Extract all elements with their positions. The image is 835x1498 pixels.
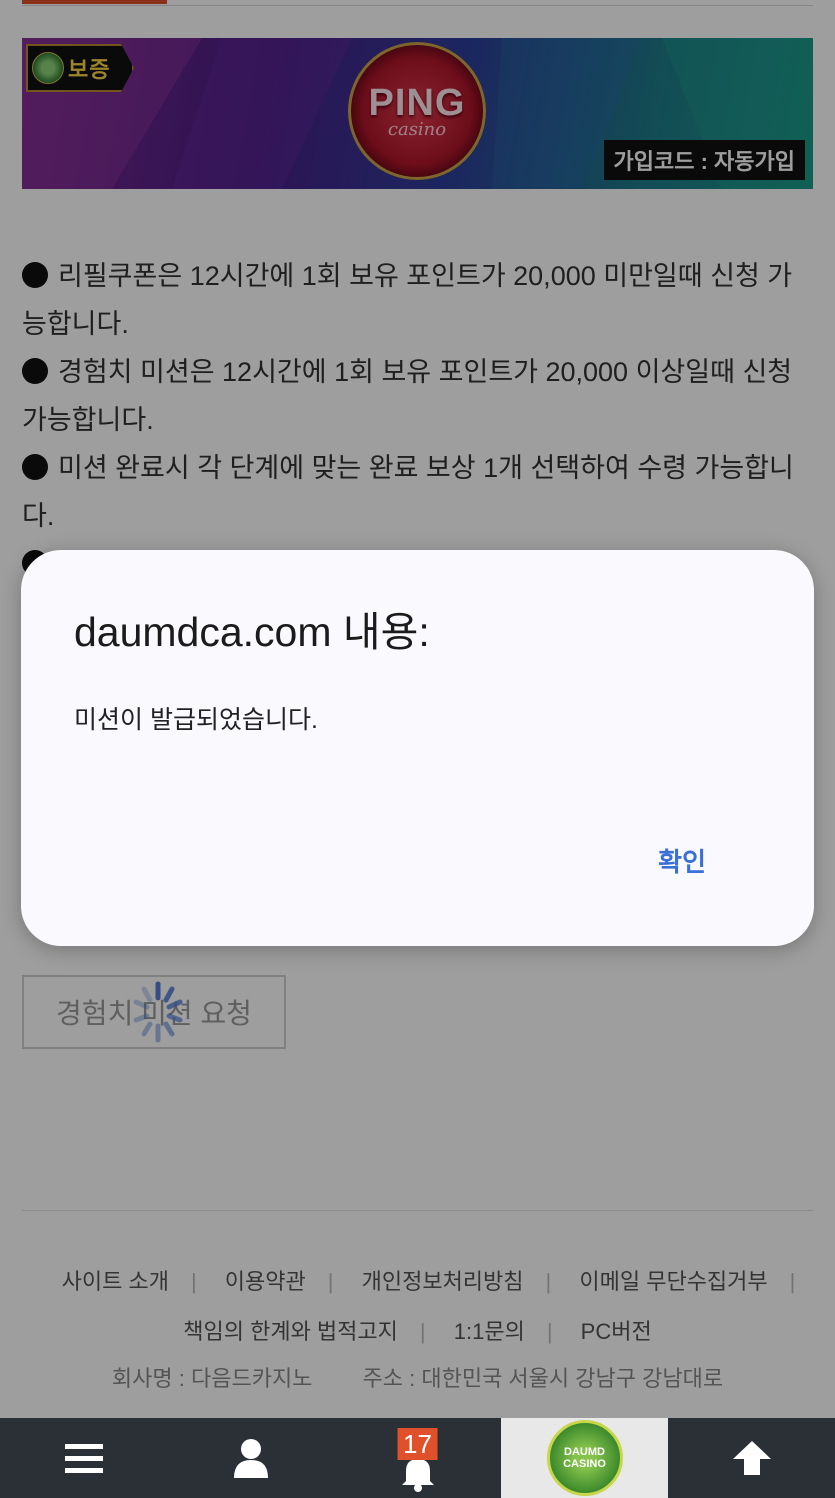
notification-count-badge: 17: [397, 1428, 438, 1460]
dialog-message: 미션이 발급되었습니다.: [74, 706, 318, 734]
daumd-casino-logo: DAUMD CASINO: [546, 1420, 623, 1496]
nav-notification-button[interactable]: 17: [334, 1418, 501, 1498]
nav-scroll-top-button[interactable]: [668, 1418, 835, 1498]
hamburger-icon: [64, 1444, 103, 1473]
bottom-nav-bar: 17 DAUMD CASINO: [0, 1418, 835, 1498]
nav-menu-button[interactable]: [0, 1418, 167, 1498]
nav-home-logo-button[interactable]: DAUMD CASINO: [501, 1418, 668, 1498]
dialog-title: daumdca.com 내용:: [74, 609, 430, 655]
arrow-up-icon: [732, 1441, 771, 1475]
dialog-ok-button[interactable]: 확인: [658, 842, 706, 879]
user-icon: [233, 1439, 268, 1478]
nav-user-button[interactable]: [167, 1418, 334, 1498]
alert-dialog: daumdca.com 내용: 미션이 발급되었습니다. 확인: [21, 550, 814, 946]
